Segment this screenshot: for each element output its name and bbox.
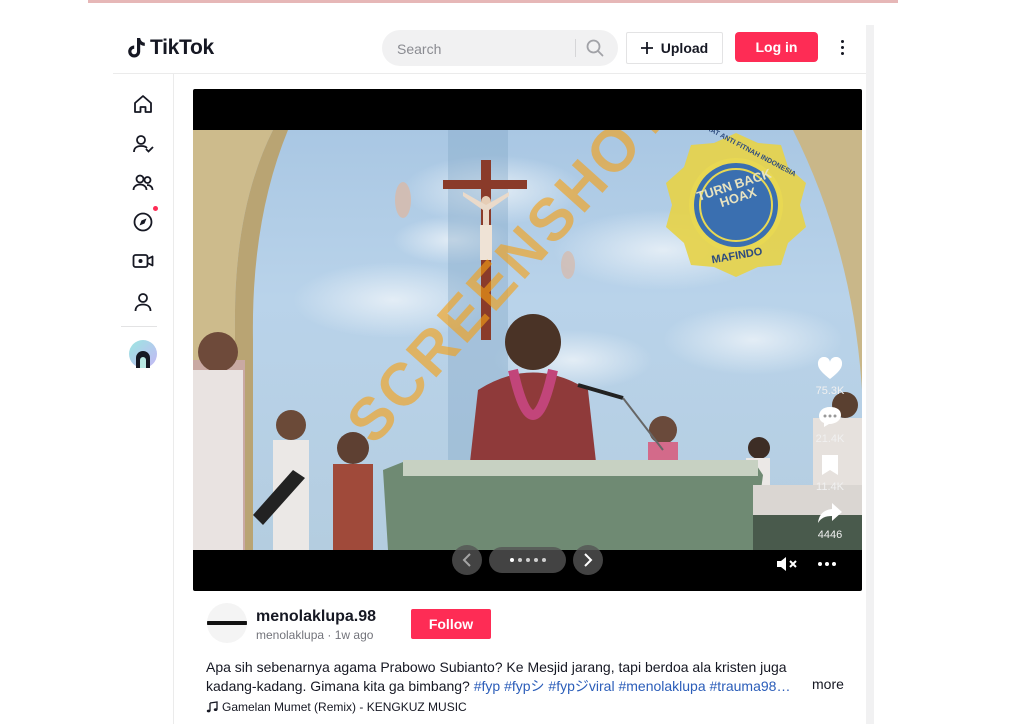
caption-hashtags[interactable]: #fyp #fypシ #fypジviral #menolaklupa #trau… [474,678,791,694]
post-time: 1w ago [334,628,374,642]
search-input[interactable] [395,30,574,68]
sidebar-divider [121,326,157,327]
creator-arch-icon [136,351,150,368]
left-sidebar [113,74,174,724]
plus-icon [640,42,653,54]
tiktok-page: TikTok Upload Log in [113,25,873,724]
home-icon [134,95,152,113]
upload-label: Upload [660,40,709,56]
music-note-icon [206,701,218,713]
tiktok-note-icon [128,38,145,58]
share-icon [818,503,842,523]
sidebar-item-profile[interactable] [130,289,156,315]
avatar-banner [207,621,247,625]
share-action[interactable]: 4446 [807,501,853,541]
chevron-left-icon [462,553,471,567]
notification-dot [153,206,158,211]
speaker-muted-icon [777,557,797,571]
like-count: 75.3K [815,385,845,397]
scrollbar-track[interactable] [866,25,874,724]
author-handle: menolaklupa [256,628,325,642]
author-name[interactable]: menolaklupa.98 [256,608,376,626]
video-player[interactable]: SCREENSHOT BY TURN BACK HOAX MAFINDO MAS… [193,89,862,591]
author-meta: menolaklupa · 1w ago [256,628,373,642]
sidebar-item-live[interactable] [130,248,156,274]
sidebar-item-friends[interactable] [130,170,156,196]
post-caption: Apa sih sebenarnya agama Prabowo Subiant… [206,658,801,696]
save-count: 11.4K [816,481,844,493]
search-icon[interactable] [586,39,604,57]
carousel-next-button[interactable] [573,545,603,575]
creator-tools-icon[interactable] [129,340,157,368]
video-more-icon[interactable] [818,562,836,566]
music-link[interactable]: Gamelan Mumet (Remix) - KENGKUZ MUSIC [206,700,467,714]
heart-icon [817,356,843,379]
bookmark-icon [822,455,838,475]
meta-separator: · [324,628,335,642]
caption-more-link[interactable]: more [812,676,844,692]
sidebar-item-following[interactable] [130,131,156,157]
music-title: Gamelan Mumet (Remix) - KENGKUZ MUSIC [222,700,467,714]
save-action[interactable]: 11.4K [807,453,853,493]
explore-icon [133,212,153,232]
comment-icon [819,407,841,427]
search-divider [575,39,576,57]
author-avatar[interactable] [207,603,247,643]
carousel-indicator [489,547,566,573]
upload-button[interactable]: Upload [626,32,723,64]
more-options-icon[interactable] [835,35,849,59]
comment-count: 21.4K [815,433,845,445]
tiktok-logo[interactable]: TikTok [126,36,214,60]
following-icon [133,135,154,153]
mute-button[interactable] [776,555,798,578]
follow-button[interactable]: Follow [411,609,491,639]
share-count: 4446 [817,529,843,541]
login-button[interactable]: Log in [735,32,818,62]
video-frame-image: SCREENSHOT BY TURN BACK HOAX MAFINDO MAS… [193,130,862,550]
logo-wordmark: TikTok [150,36,214,59]
top-header: TikTok Upload Log in [113,25,873,74]
comment-action[interactable]: 21.4K [807,405,853,445]
sidebar-item-home[interactable] [130,91,156,117]
search-bar[interactable] [382,30,618,68]
chevron-right-icon [584,553,593,567]
top-accent-line [88,0,898,3]
sidebar-item-explore[interactable] [130,206,158,235]
carousel-prev-button[interactable] [452,545,482,575]
friends-icon [132,174,154,191]
live-icon [132,254,154,268]
like-action[interactable]: 75.3K [807,356,853,397]
profile-icon [134,293,152,312]
